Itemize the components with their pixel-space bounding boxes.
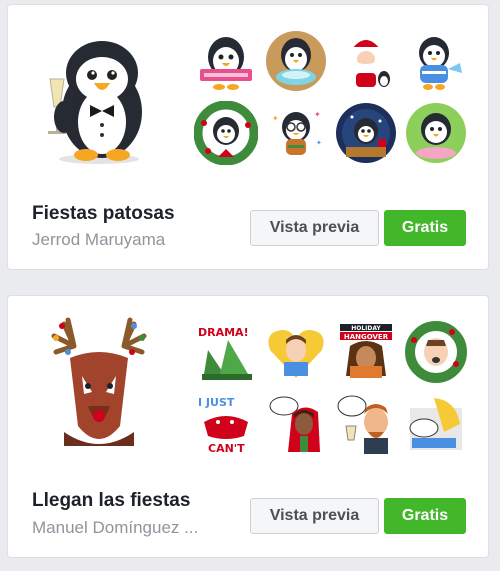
sticker-pack-card-2: DRAMA! HOLIDAY HANGOVER I JUST CAN'T Lle… — [7, 295, 489, 558]
drama-text: DRAMA! — [198, 326, 249, 339]
penguin-green-circle-icon[interactable] — [404, 101, 468, 165]
preview-button[interactable]: Vista previa — [250, 498, 379, 534]
sticker-grid: ✦ ✦ ✦ — [188, 25, 478, 165]
hangover-bottom-text: HANGOVER — [344, 333, 389, 341]
wake-me-after-holidays-icon[interactable] — [404, 392, 468, 456]
svg-text:✦: ✦ — [316, 139, 322, 147]
get-free-button[interactable]: Gratis — [384, 210, 466, 246]
i-just-cant-lobster-icon[interactable]: I JUST CAN'T — [194, 392, 258, 456]
penguin-wreath-icon[interactable] — [194, 101, 258, 165]
penguin-on-ice-bowl-icon[interactable] — [264, 29, 328, 93]
penguin-santa-icon[interactable] — [334, 29, 398, 93]
penguin-tuxedo-champagne-icon[interactable] — [34, 27, 164, 167]
sticker-grid: DRAMA! HOLIDAY HANGOVER I JUST CAN'T — [188, 316, 478, 456]
drama-tree-icon[interactable]: DRAMA! — [194, 320, 258, 384]
penguin-glasses-sparkles-icon[interactable]: ✦ ✦ ✦ — [264, 101, 328, 165]
penguin-holding-banner-icon[interactable] — [194, 29, 258, 93]
man-thanks-i-hate-it-icon[interactable] — [264, 392, 328, 456]
svg-text:✦: ✦ — [272, 114, 279, 123]
holiday-hangover-woman-icon[interactable]: HOLIDAY HANGOVER — [334, 320, 398, 384]
sticker-pack-card-1: ✦ ✦ ✦ Fiestas patosas Jerrod Maruyama Vi… — [7, 4, 489, 270]
svg-text:✦: ✦ — [314, 110, 321, 119]
pack-author: Manuel Domínguez ... — [32, 518, 199, 537]
i-just-text: I JUST — [198, 396, 235, 409]
preview-button[interactable]: Vista previa — [250, 210, 379, 246]
reindeer-with-lights-icon[interactable] — [34, 316, 164, 456]
get-free-button[interactable]: Gratis — [384, 498, 466, 534]
man-lets-get-wasted-icon[interactable] — [334, 392, 398, 456]
cant-text: CAN'T — [208, 442, 245, 455]
pack-title: Fiestas patosas — [32, 203, 175, 224]
penguin-blue-sweater-icon[interactable] — [404, 29, 468, 93]
penguin-night-window-icon[interactable] — [334, 101, 398, 165]
pack-title: Llegan las fiestas — [32, 490, 191, 511]
man-in-wreath-icon[interactable] — [404, 320, 468, 384]
pack-author: Jerrod Maruyama — [32, 230, 166, 249]
hangover-top-text: HOLIDAY — [351, 325, 381, 332]
man-on-yellow-heart-icon[interactable] — [264, 320, 328, 384]
